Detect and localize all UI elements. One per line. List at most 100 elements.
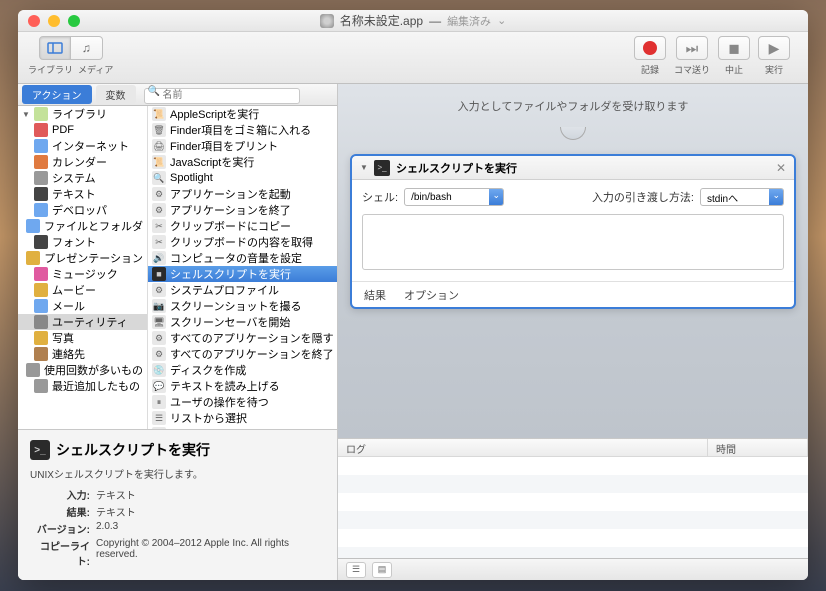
info-key: 入力: <box>30 487 90 502</box>
sidebar-item[interactable]: フォント <box>18 234 147 250</box>
log-rows <box>338 457 808 558</box>
action-item[interactable]: ⚙すべてのアプリケーションを終了 <box>148 346 337 362</box>
action-item-label: すべてのアプリケーションを隠す <box>170 330 334 346</box>
sidebar-item-label: 最近追加したもの <box>52 378 140 394</box>
action-item[interactable]: ☰リストから選択 <box>148 410 337 426</box>
sidebar-item[interactable]: PDF <box>18 122 147 138</box>
info-row: 入力: テキスト <box>30 487 325 502</box>
action-icon: 💬 <box>152 379 166 393</box>
category-list[interactable]: ▼ライブラリPDFインターネットカレンダーシステムテキストデベロッパファイルとフ… <box>18 106 148 429</box>
sidebar-item[interactable]: 写真 <box>18 330 147 346</box>
log-col-time[interactable]: 時間 <box>708 439 808 456</box>
sidebar-item[interactable]: デベロッパ <box>18 202 147 218</box>
sidebar-item[interactable]: プレゼンテーション <box>18 250 147 266</box>
action-item[interactable]: ✂クリップボードの内容を取得 <box>148 234 337 250</box>
disclosure-icon[interactable]: ▼ <box>360 163 368 172</box>
traffic-lights <box>18 15 80 27</box>
action-item[interactable]: 📷スクリーンショットを撮る <box>148 298 337 314</box>
action-item[interactable]: ⚙アプリケーションを終了 <box>148 202 337 218</box>
action-item[interactable]: 💬 テキストを読み上げる <box>148 378 337 394</box>
sidebar-item[interactable]: 使用回数が多いもの <box>18 362 147 378</box>
close-icon[interactable]: ✕ <box>776 161 786 175</box>
sidebar-item-label: デベロッパ <box>52 202 107 218</box>
window-title: 名称未設定.app — 編集済み ⌄ <box>18 12 808 29</box>
action-item[interactable]: 🔍Spotlight <box>148 170 337 186</box>
action-item[interactable]: 📜AppleScriptを実行 <box>148 106 337 122</box>
media-label: メディア <box>78 65 113 75</box>
action-item-label: Finder項目をゴミ箱に入れる <box>170 122 311 138</box>
script-textarea[interactable] <box>362 214 784 270</box>
sidebar-item[interactable]: 連絡先 <box>18 346 147 362</box>
workflow-view-button[interactable]: ☰ <box>346 562 366 578</box>
zoom-button[interactable] <box>68 15 80 27</box>
info-value: テキスト <box>96 487 325 502</box>
tab-variable[interactable]: 変数 <box>96 85 136 104</box>
workflow-action[interactable]: ▼ >_ シェルスクリプトを実行 ✕ シェル: /bin/bash 入力の引き渡… <box>350 154 796 309</box>
action-item[interactable]: 🔊コンピュータの音量を設定 <box>148 250 337 266</box>
action-item[interactable]: 💿ディスクを作成 <box>148 362 337 378</box>
action-item[interactable]: ■シェルスクリプトを実行 <box>148 266 337 282</box>
log-view-button[interactable]: ▤ <box>372 562 392 578</box>
sidebar-item[interactable]: インターネット <box>18 138 147 154</box>
sidebar-item[interactable]: システム <box>18 170 147 186</box>
action-item-label: Spotlight <box>170 172 213 184</box>
action-item[interactable]: ⏸ユーザの操作を待つ <box>148 394 337 410</box>
sidebar-item[interactable]: メール <box>18 298 147 314</box>
step-button[interactable]: ⏭ <box>676 36 708 60</box>
action-item-label: テキストを読み上げる <box>170 378 280 394</box>
sidebar-icon <box>47 42 63 54</box>
library-button[interactable] <box>39 36 71 60</box>
action-item[interactable]: 🗑 Finder項目をゴミ箱に入れる <box>148 122 337 138</box>
action-item[interactable]: ⚙アプリケーションを起動 <box>148 186 337 202</box>
sidebar-item[interactable]: ミュージック <box>18 266 147 282</box>
category-icon <box>34 315 48 329</box>
pass-label: 入力の引き渡し方法: <box>592 189 694 205</box>
edited-indicator: 編集済み <box>447 13 491 29</box>
tab-action[interactable]: アクション <box>22 85 92 104</box>
action-title: シェルスクリプトを実行 <box>396 160 517 176</box>
sidebar-item-label: カレンダー <box>52 154 107 170</box>
sidebar-item[interactable]: ファイルとフォルダ <box>18 218 147 234</box>
action-icon: 🗑 <box>152 123 166 137</box>
action-item[interactable]: 🖥スクリーンセーバを開始 <box>148 314 337 330</box>
disclosure-icon: ▼ <box>22 110 30 119</box>
left-panel: アクション 変数 ▼ライブラリPDFインターネットカレンダーシステムテキストデベ… <box>18 84 338 580</box>
info-value: 2.0.3 <box>96 521 325 536</box>
options-tab[interactable]: オプション <box>404 287 459 303</box>
minimize-button[interactable] <box>48 15 60 27</box>
action-header[interactable]: ▼ >_ シェルスクリプトを実行 ✕ <box>352 156 794 180</box>
sidebar-item[interactable]: テキスト <box>18 186 147 202</box>
sidebar-item[interactable]: カレンダー <box>18 154 147 170</box>
action-item[interactable]: ✂クリップボードにコピー <box>148 218 337 234</box>
pass-select[interactable]: stdinへ <box>700 188 784 206</box>
results-tab[interactable]: 結果 <box>364 287 386 303</box>
search-input[interactable] <box>144 88 300 104</box>
category-icon <box>34 107 48 121</box>
category-icon <box>34 203 48 217</box>
action-icon: ■ <box>152 267 166 281</box>
shell-select[interactable]: /bin/bash <box>404 188 504 206</box>
category-icon <box>34 139 48 153</box>
run-button[interactable]: ▶ <box>758 36 790 60</box>
action-item[interactable]: ⚙すべてのアプリケーションを隠す <box>148 330 337 346</box>
sidebar-item[interactable]: ムービー <box>18 282 147 298</box>
action-item[interactable]: 📜JavaScriptを実行 <box>148 154 337 170</box>
info-row: コピーライト:Copyright © 2004–2012 Apple Inc. … <box>30 538 325 568</box>
sidebar-item-label: テキスト <box>52 186 96 202</box>
sidebar-item[interactable]: 最近追加したもの <box>18 378 147 394</box>
stop-button[interactable]: ◼ <box>718 36 750 60</box>
action-item[interactable]: 🖨Finder項目をプリント <box>148 138 337 154</box>
media-button[interactable]: ♫ <box>71 36 103 60</box>
sidebar-item[interactable]: ユーティリティ <box>18 314 147 330</box>
category-icon <box>34 235 48 249</box>
action-list[interactable]: 📜AppleScriptを実行🗑 Finder項目をゴミ箱に入れる🖨Finder項… <box>148 106 337 429</box>
automator-window: 名称未設定.app — 編集済み ⌄ ♫ ライブラリ メディア 記録 ⏭コマ送り… <box>18 10 808 580</box>
action-item[interactable]: ⚙システムプロファイル <box>148 282 337 298</box>
record-button[interactable] <box>634 36 666 60</box>
action-icon: ⚙ <box>152 187 166 201</box>
log-col-log[interactable]: ログ <box>338 439 708 456</box>
close-button[interactable] <box>28 15 40 27</box>
category-icon <box>26 251 40 265</box>
category-icon <box>26 363 40 377</box>
sidebar-item[interactable]: ▼ライブラリ <box>18 106 147 122</box>
